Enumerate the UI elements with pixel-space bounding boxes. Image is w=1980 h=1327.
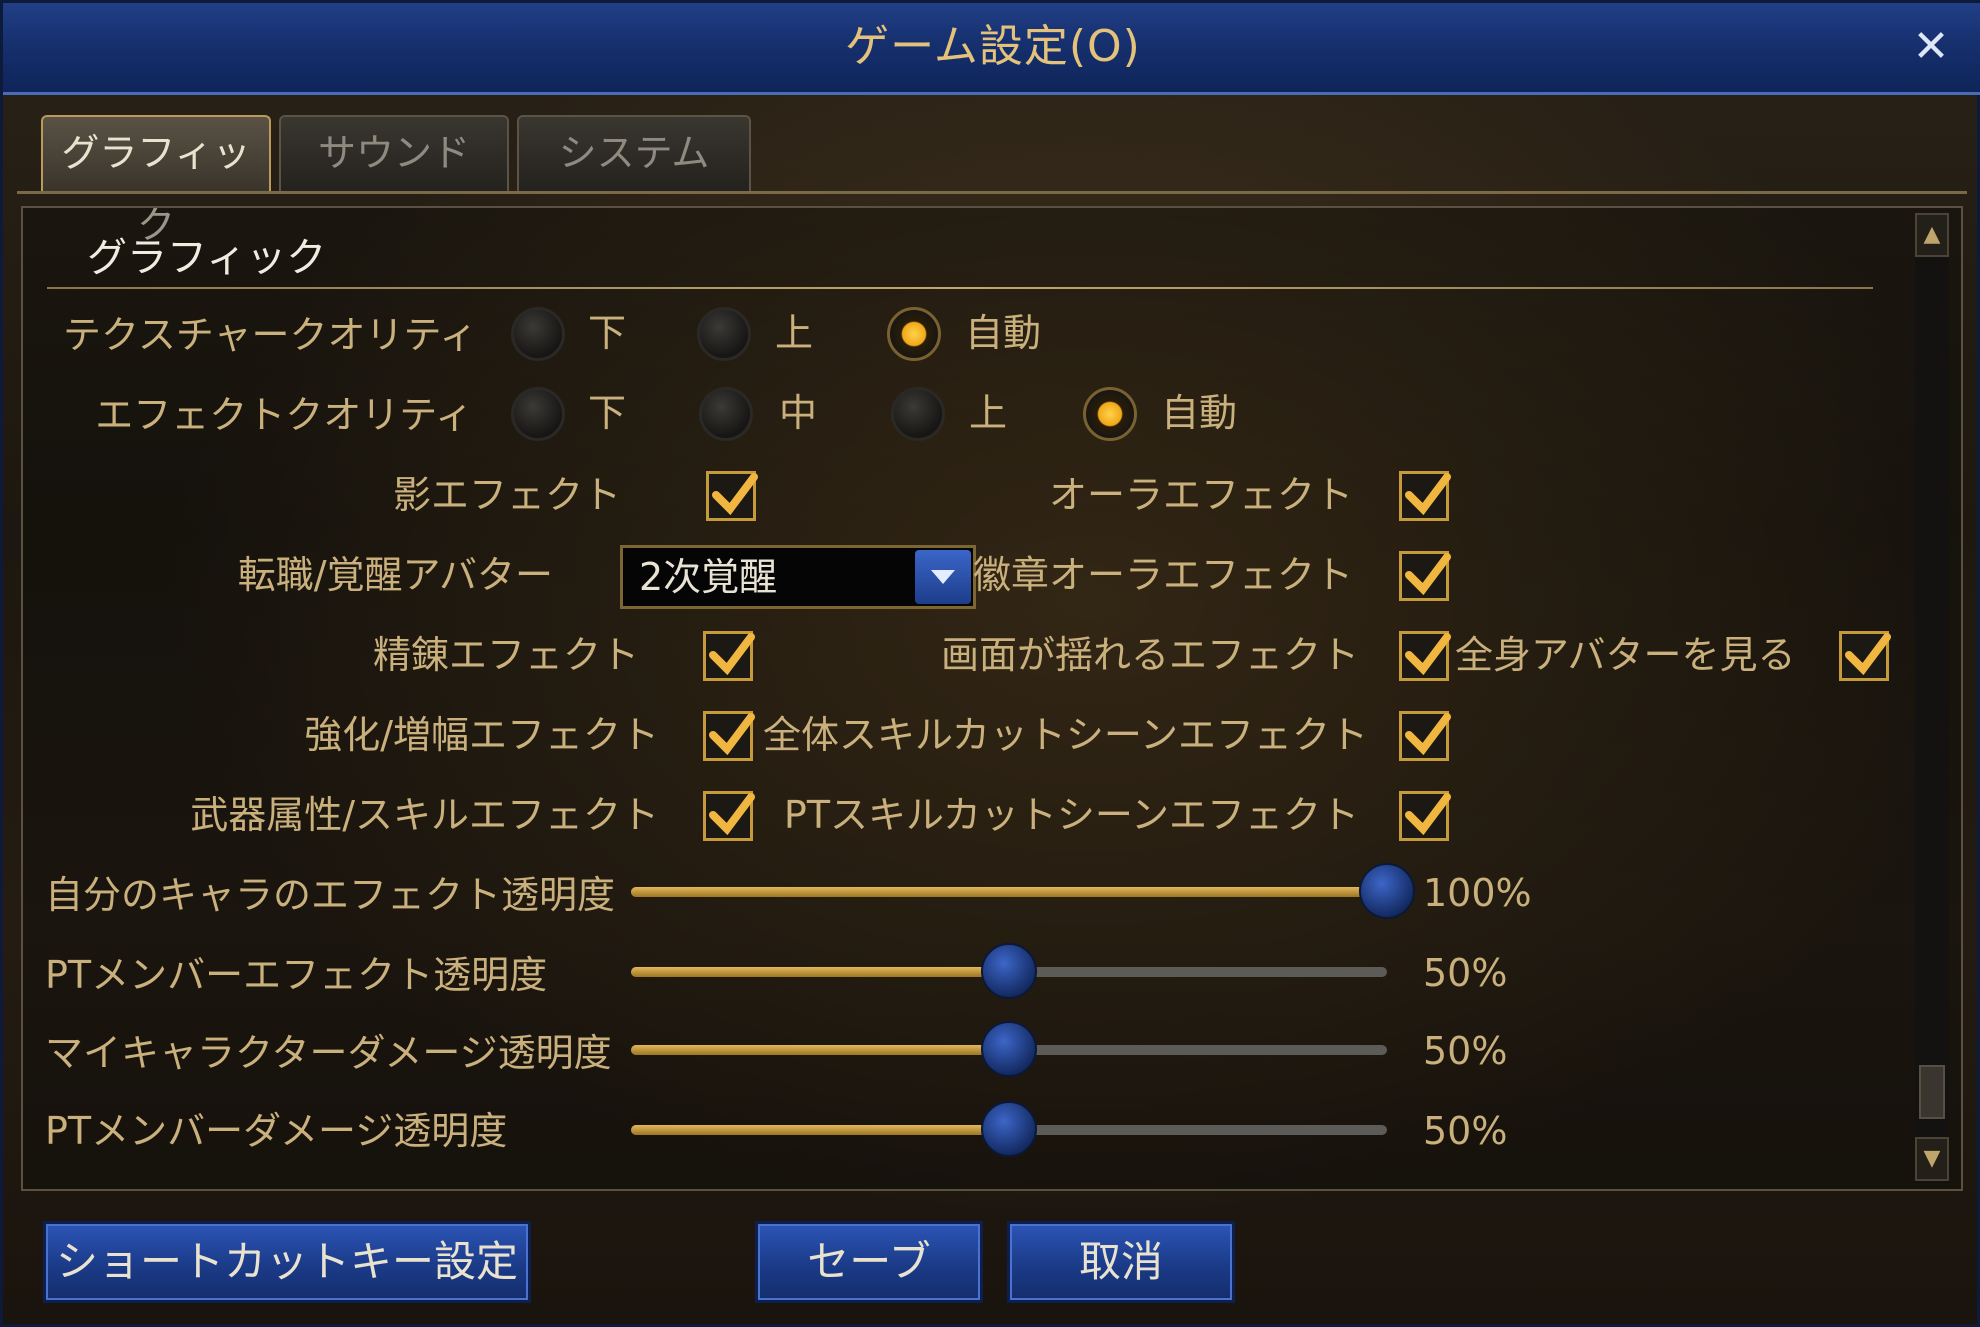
all-skill-cutscene-checkbox[interactable]: [1399, 711, 1451, 761]
pt-effect-transparency-value: 50%: [1423, 951, 1508, 995]
texture-quality-high-radio[interactable]: [697, 307, 751, 361]
weapon-skill-effect-checkbox[interactable]: [703, 791, 755, 841]
effect-quality-low-label: 下: [588, 391, 627, 435]
texture-quality-label: テクスチャークオリティ: [63, 313, 478, 357]
refine-effect-checkbox[interactable]: [703, 631, 755, 681]
aura-effect-label: オーラエフェクト: [1048, 473, 1353, 517]
pt-effect-transparency-slider[interactable]: [631, 943, 1387, 999]
weapon-skill-effect-label: 武器属性/スキルエフェクト: [190, 793, 659, 837]
window-title: ゲーム設定(O): [845, 21, 1141, 72]
checkmark-icon: [1405, 473, 1451, 516]
slider-knob[interactable]: [981, 1101, 1037, 1157]
slider-fill: [631, 887, 1387, 897]
tab-system[interactable]: システム: [517, 115, 751, 191]
full-avatar-checkbox[interactable]: [1839, 631, 1891, 681]
save-button[interactable]: セーブ: [755, 1221, 983, 1303]
pt-effect-transparency-label: PTメンバーエフェクト透明度: [45, 953, 548, 997]
game-settings-window: ゲーム設定(O) ✕ グラフィック サウンド システム グラフィック テクスチャ…: [0, 0, 1980, 1327]
checkmark-icon: [1405, 633, 1451, 676]
tab-graphics[interactable]: グラフィック: [41, 115, 271, 247]
chevron-up-icon: ▲: [1923, 222, 1941, 247]
own-effect-transparency-slider[interactable]: [631, 863, 1415, 919]
checkmark-icon: [1405, 553, 1451, 596]
close-icon: ✕: [1912, 21, 1950, 72]
texture-quality-low-label: 下: [588, 311, 627, 355]
checkmark-icon: [1405, 713, 1451, 756]
enhance-effect-label: 強化/増幅エフェクト: [304, 713, 659, 757]
effect-quality-high-label: 上: [969, 391, 1008, 435]
texture-quality-auto-radio[interactable]: [887, 307, 941, 361]
pt-damage-transparency-label: PTメンバーダメージ透明度: [45, 1109, 508, 1153]
pt-damage-transparency-slider[interactable]: [631, 1101, 1387, 1157]
emblem-aura-effect-label: 徽章オーラエフェクト: [972, 553, 1353, 597]
pt-skill-cutscene-checkbox[interactable]: [1399, 791, 1451, 841]
close-button[interactable]: ✕: [1903, 19, 1959, 75]
title-bar[interactable]: ゲーム設定(O) ✕: [3, 3, 1980, 95]
screen-shake-effect-checkbox[interactable]: [1399, 631, 1451, 681]
pt-damage-transparency-value: 50%: [1423, 1109, 1508, 1153]
settings-scrollbar[interactable]: ▲ ▼: [1915, 213, 1949, 1183]
effect-quality-label: エフェクトクオリティ: [95, 393, 473, 437]
slider-knob[interactable]: [1359, 863, 1415, 919]
shadow-effect-label: 影エフェクト: [392, 473, 621, 517]
scroll-up-button[interactable]: ▲: [1915, 213, 1949, 257]
effect-quality-auto-label: 自動: [1161, 391, 1238, 435]
tab-sound[interactable]: サウンド: [279, 115, 509, 191]
shortcut-settings-button[interactable]: ショートカットキー設定: [43, 1221, 531, 1303]
chevron-down-icon: ▼: [1923, 1146, 1941, 1171]
section-divider: [47, 287, 1873, 289]
section-title: グラフィック: [87, 235, 327, 281]
shadow-effect-checkbox[interactable]: [706, 471, 758, 521]
all-skill-cutscene-label: 全体スキルカットシーンエフェクト: [763, 713, 1368, 757]
my-damage-transparency-label: マイキャラクターダメージ透明度: [45, 1031, 612, 1075]
texture-quality-auto-label: 自動: [965, 311, 1042, 355]
my-damage-transparency-slider[interactable]: [631, 1021, 1387, 1077]
avatar-dropdown-value: 2次覚醒: [639, 555, 778, 599]
my-damage-transparency-value: 50%: [1423, 1029, 1508, 1073]
avatar-dropdown-label: 転職/覚醒アバター: [237, 553, 553, 597]
slider-fill: [631, 1045, 1009, 1055]
scroll-thumb[interactable]: [1919, 1065, 1945, 1119]
tab-divider: [17, 191, 1967, 194]
own-effect-transparency-value: 100%: [1423, 871, 1532, 915]
emblem-aura-effect-checkbox[interactable]: [1399, 551, 1451, 601]
pt-skill-cutscene-label: PTスキルカットシーンエフェクト: [783, 793, 1359, 837]
aura-effect-checkbox[interactable]: [1399, 471, 1451, 521]
texture-quality-low-radio[interactable]: [511, 307, 565, 361]
checkmark-icon: [709, 713, 755, 756]
checkmark-icon: [709, 633, 755, 676]
slider-knob[interactable]: [981, 943, 1037, 999]
checkmark-icon: [709, 793, 755, 836]
effect-quality-mid-radio[interactable]: [699, 387, 753, 441]
effect-quality-mid-label: 中: [779, 391, 818, 435]
slider-knob[interactable]: [981, 1021, 1037, 1077]
slider-fill: [631, 967, 1009, 977]
checkmark-icon: [1405, 793, 1451, 836]
scroll-down-button[interactable]: ▼: [1915, 1137, 1949, 1181]
texture-quality-high-label: 上: [775, 311, 814, 355]
effect-quality-low-radio[interactable]: [511, 387, 565, 441]
refine-effect-label: 精錬エフェクト: [372, 633, 639, 677]
effect-quality-auto-radio[interactable]: [1083, 387, 1137, 441]
effect-quality-high-radio[interactable]: [891, 387, 945, 441]
checkmark-icon: [1845, 633, 1891, 676]
checkmark-icon: [712, 473, 758, 516]
own-effect-transparency-label: 自分のキャラのエフェクト透明度: [45, 873, 616, 917]
slider-fill: [631, 1125, 1009, 1135]
full-avatar-label: 全身アバターを見る: [1455, 633, 1796, 677]
cancel-button[interactable]: 取消: [1007, 1221, 1235, 1303]
screen-shake-effect-label: 画面が揺れるエフェクト: [940, 633, 1359, 677]
enhance-effect-checkbox[interactable]: [703, 711, 755, 761]
